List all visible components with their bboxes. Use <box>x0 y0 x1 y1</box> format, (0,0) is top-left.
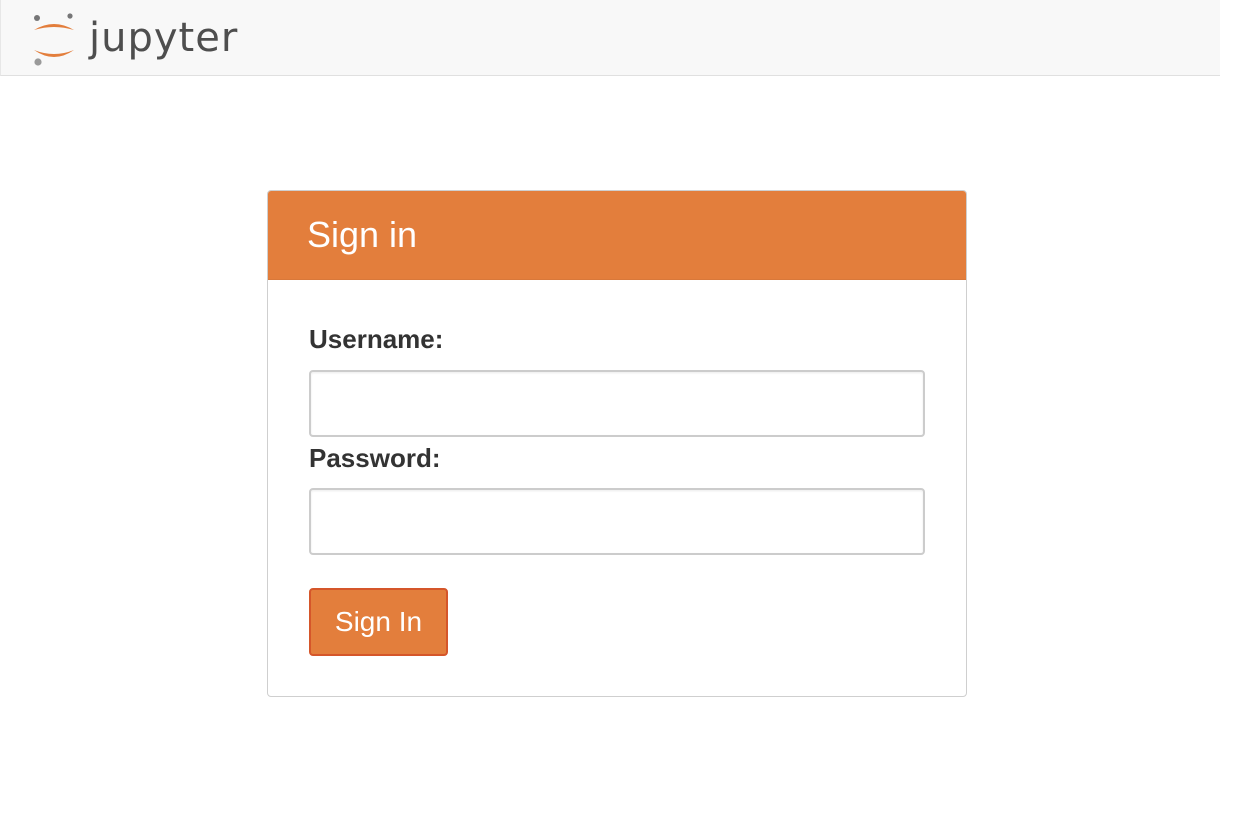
password-label: Password: <box>309 443 441 473</box>
username-input[interactable] <box>309 370 925 437</box>
jupyter-logo-icon <box>31 12 77 68</box>
sign-in-button[interactable]: Sign In <box>309 588 448 656</box>
logo-text: jupyter <box>89 15 239 61</box>
login-panel-heading: Sign in <box>268 191 966 280</box>
login-title: Sign in <box>307 214 418 255</box>
username-label: Username: <box>309 324 444 354</box>
top-navbar: jupyter <box>0 0 1220 76</box>
password-input[interactable] <box>309 488 925 555</box>
jupyter-home-link[interactable]: jupyter <box>31 12 238 68</box>
login-panel: Sign in Username: Password: Sign In <box>267 190 967 697</box>
